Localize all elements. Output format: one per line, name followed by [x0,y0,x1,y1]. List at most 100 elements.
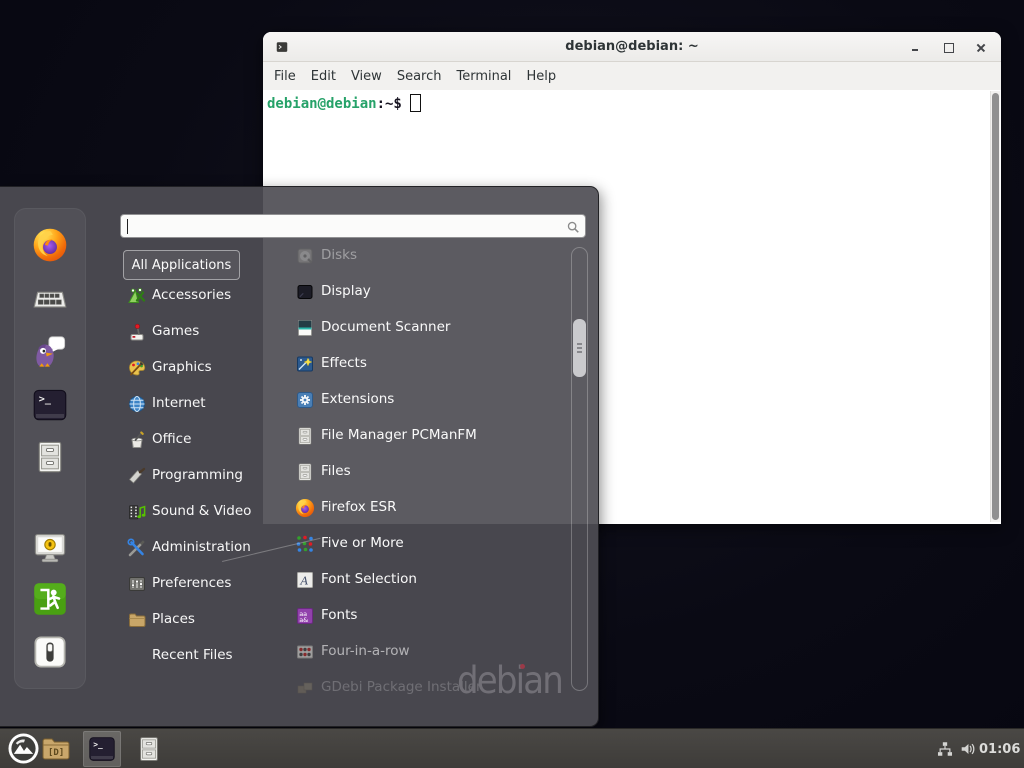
category-label: Preferences [152,575,231,591]
internet-icon [127,394,147,414]
category-graphics[interactable]: Graphics [121,350,261,386]
app-label: Files [321,463,351,479]
terminal-cursor [410,94,421,112]
category-accessories[interactable]: Accessories [121,278,261,314]
category-label: Places [152,611,195,627]
category-administration[interactable]: Administration [121,530,261,566]
favorite-file-cabinet-button[interactable] [32,439,68,475]
menu-scrollbar-thumb[interactable] [573,319,586,377]
effects-icon [295,354,315,374]
games-icon [127,322,147,342]
search-caret [127,219,128,234]
files-launcher[interactable] [135,735,163,763]
category-label: Programming [152,467,243,483]
file-cabinet-icon [32,439,68,475]
category-preferences[interactable]: Preferences [121,566,261,602]
svg-text:>_: >_ [93,740,103,749]
firefox-icon [32,227,68,263]
terminal-taskbar-icon: >_ [88,735,116,763]
close-button[interactable] [970,32,992,62]
terminal-menu-terminal[interactable]: Terminal [456,69,511,84]
terminal-menu-view[interactable]: View [351,69,382,84]
category-label: Internet [152,395,206,411]
file-cabinet-icon [295,462,315,482]
svg-text:A: A [300,575,309,588]
desktop: debian@debian: ~ File Edit View Search Termi… [0,0,1024,768]
network-icon[interactable] [936,740,954,758]
app-label: Extensions [321,391,394,407]
terminal-menu-help[interactable]: Help [526,69,556,84]
terminal-scrollbar[interactable] [990,91,1000,522]
volume-icon[interactable] [959,740,977,758]
favorite-logout-button[interactable] [32,581,68,617]
app-label: File Manager PCManFM [321,427,477,443]
category-label: Accessories [152,287,231,303]
favorite-keyboard-button[interactable] [32,281,68,317]
app-firefox-esr[interactable]: Firefox ESR [264,490,568,526]
extensions-icon [295,390,315,410]
app-label: Firefox ESR [321,499,396,515]
category-all-applications[interactable]: All Applications [123,250,240,280]
shutdown-icon [32,634,68,670]
application-list: DisksDisplay Document Scanner Effects Exten… [264,235,568,702]
favorite-screensaver-lock-button[interactable] [32,530,68,566]
application-menu: >_ All Applications Accessories Games Grap… [0,186,599,727]
app-five-or-more[interactable]: Five or More [264,526,568,562]
app-disks[interactable]: Disks [264,238,568,274]
menu-button[interactable] [8,733,39,764]
app-label: Fonts [321,607,357,623]
app-font-selection[interactable]: AFont Selection [264,562,568,598]
menu-scrollbar-track[interactable] [571,247,588,691]
category-sound-video[interactable]: Sound & Video [121,494,261,530]
search-icon [566,220,580,234]
app-document-scanner[interactable]: Document Scanner [264,310,568,346]
terminal-menu-edit[interactable]: Edit [311,69,336,84]
terminal-scrollbar-thumb[interactable] [992,93,999,520]
places-icon [127,610,147,630]
keyboard-icon [32,281,68,317]
app-fonts[interactable]: aaa&Fonts [264,598,568,634]
debian-watermark-dot [520,664,525,669]
category-label: Administration [152,539,251,555]
favorite-shutdown-button[interactable] [32,634,68,670]
favorite-terminal-button[interactable]: >_ [32,387,68,423]
terminal-prompt: debian@debian:~$ [267,94,421,112]
terminal-menu-file[interactable]: File [274,69,296,84]
app-label: Four-in-a-row [321,643,410,659]
programming-icon [127,466,147,486]
app-extensions[interactable]: Extensions [264,382,568,418]
accessories-icon [127,286,147,306]
app-display[interactable]: Display [264,274,568,310]
terminal-menu-search[interactable]: Search [397,69,442,84]
pidgin-icon [32,334,68,370]
category-programming[interactable]: Programming [121,458,261,494]
favorite-pidgin-button[interactable] [32,334,68,370]
disks-icon [295,246,315,266]
sound-video-icon [127,502,147,522]
terminal-menubar: File Edit View Search Terminal Help [263,62,1001,90]
app-files[interactable]: Files [264,454,568,490]
category-games[interactable]: Games [121,314,261,350]
terminal-titlebar[interactable]: debian@debian: ~ [263,32,1001,62]
favorites-sidebar: >_ [14,208,86,689]
category-label: Sound & Video [152,503,251,519]
category-internet[interactable]: Internet [121,386,261,422]
category-office[interactable]: Office [121,422,261,458]
office-icon [127,430,147,450]
app-effects[interactable]: Effects [264,346,568,382]
app-label: Effects [321,355,367,371]
category-places[interactable]: Places [121,602,261,638]
clock[interactable]: 01:06 [979,742,1020,757]
graphics-icon [127,358,147,378]
file-manager-launcher[interactable]: [D] [40,733,72,765]
favorite-firefox-button[interactable] [32,227,68,263]
minimize-button[interactable] [904,32,926,62]
svg-text:a&: a& [299,616,308,624]
category-label: Games [152,323,199,339]
maximize-button[interactable] [937,32,959,62]
app-file-manager-pcmanfm[interactable]: File Manager PCManFM [264,418,568,454]
app-label: Document Scanner [321,319,450,335]
category-recent-files[interactable]: Recent Files [121,638,261,674]
category-label: Graphics [152,359,212,375]
screensaver-lock-icon [32,530,68,566]
